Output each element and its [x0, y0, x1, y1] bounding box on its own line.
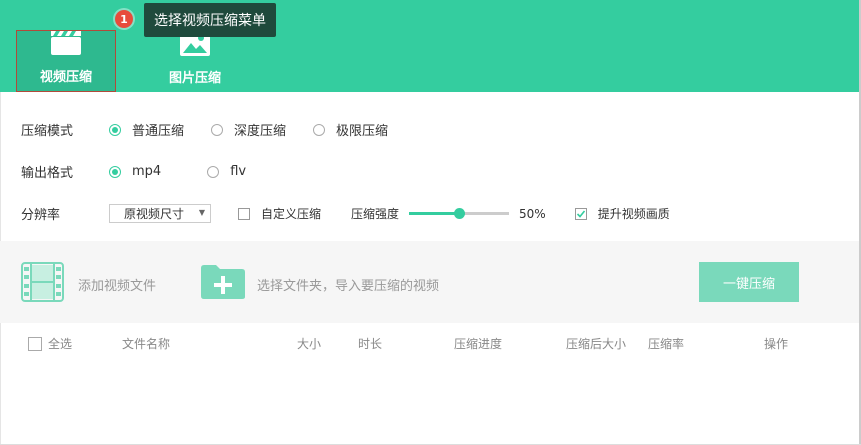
- column-header-duration: 时长: [358, 337, 383, 351]
- format-option-mp4[interactable]: mp4: [109, 164, 161, 179]
- slider-handle[interactable]: [454, 208, 466, 219]
- radio-button[interactable]: [313, 123, 326, 136]
- column-header-filename: 文件名称: [122, 337, 171, 351]
- enhance-quality-option[interactable]: 提升视频画质: [574, 205, 670, 222]
- tab-video-compress[interactable]: 视频压缩: [16, 30, 116, 92]
- add-folder-button[interactable]: 选择文件夹，导入要压缩的视频: [200, 264, 439, 304]
- column-header-compressed-size: 压缩后大小: [566, 337, 627, 351]
- radio-button[interactable]: [109, 123, 121, 136]
- action-bar: 添加视频文件 选择文件夹，导入要压缩的视频 一键压缩: [0, 241, 859, 323]
- tooltip: 选择视频压缩菜单: [144, 3, 276, 37]
- add-folder-label: 选择文件夹，导入要压缩的视频: [257, 278, 440, 294]
- mode-option-deep[interactable]: 深度压缩: [211, 120, 286, 139]
- step-badge: 1: [115, 10, 133, 28]
- enhance-quality-checkbox[interactable]: [574, 207, 587, 220]
- tab-label: 视频压缩: [39, 70, 92, 85]
- strength-value: 50%: [519, 206, 546, 221]
- custom-compress-option[interactable]: 自定义压缩: [238, 205, 321, 222]
- compression-mode-row: 压缩模式 普通压缩 深度压缩 极限压缩: [21, 120, 388, 139]
- film-icon: [21, 262, 64, 306]
- select-all-option[interactable]: 全选: [28, 335, 72, 352]
- add-video-file-label: 添加视频文件: [78, 278, 157, 294]
- format-option-flv[interactable]: flv: [207, 164, 246, 179]
- radio-button[interactable]: [109, 165, 121, 178]
- tab-label: 图片压缩: [168, 71, 221, 86]
- tab-image-compress[interactable]: 图片压缩: [145, 30, 245, 92]
- resolution-row: 分辨率 原视频尺寸 ▼ 自定义压缩 压缩强度 50% 提升视频画质: [21, 204, 670, 223]
- folder-add-icon: [200, 264, 246, 304]
- clapperboard-icon: [50, 30, 82, 60]
- output-format-row: 输出格式 mp4 flv: [21, 162, 246, 181]
- add-video-file-button[interactable]: 添加视频文件: [21, 262, 156, 306]
- resolution-select[interactable]: 原视频尺寸 ▼: [109, 204, 211, 223]
- column-header-ratio: 压缩率: [648, 337, 685, 351]
- resolution-label: 分辨率: [21, 208, 61, 223]
- mode-option-extreme[interactable]: 极限压缩: [313, 120, 388, 139]
- radio-button[interactable]: [207, 165, 220, 178]
- checkmark-icon: [576, 209, 585, 218]
- select-all-checkbox[interactable]: [28, 336, 42, 351]
- strength-label: 压缩强度: [351, 207, 400, 221]
- radio-button[interactable]: [211, 123, 224, 136]
- output-format-label: 输出格式: [21, 166, 74, 181]
- one-click-compress-button[interactable]: 一键压缩: [699, 262, 799, 302]
- mode-option-normal[interactable]: 普通压缩: [109, 120, 184, 139]
- column-header-actions: 操作: [764, 337, 789, 351]
- dropdown-arrow-icon: ▼: [198, 208, 205, 217]
- column-header-progress: 压缩进度: [454, 337, 503, 351]
- slider-fill: [409, 212, 460, 215]
- strength-slider[interactable]: [409, 208, 510, 219]
- column-header-size: 大小: [297, 337, 322, 351]
- compression-mode-label: 压缩模式: [21, 124, 74, 139]
- custom-compress-checkbox[interactable]: [238, 207, 250, 220]
